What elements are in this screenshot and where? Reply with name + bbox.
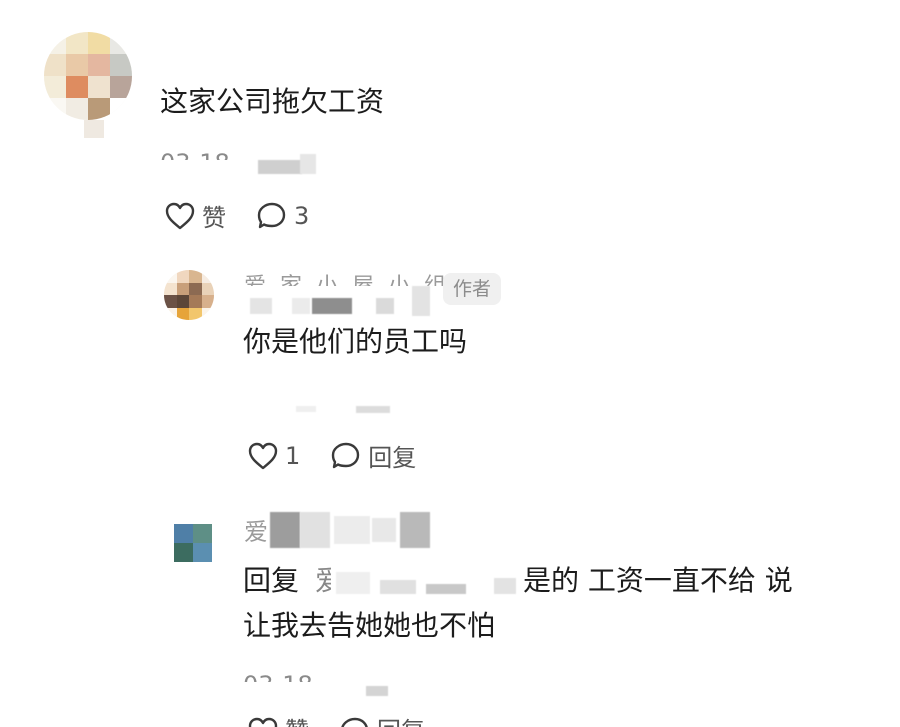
reply2-reply-prefix: 回复: [243, 564, 300, 597]
reply2-actions: 赞 回复: [247, 716, 425, 727]
like-button[interactable]: 1: [247, 441, 300, 471]
comment-date: 03-18: [160, 146, 230, 160]
reply2-text-line1: 是的 工资一直不给 说: [523, 564, 793, 597]
reply2-author-name[interactable]: 爱: [244, 512, 268, 547]
avatar[interactable]: [44, 32, 132, 120]
reply-to-blur-3: [426, 584, 466, 594]
name-blur-2: [300, 512, 330, 548]
reply1-actions: 1 回复: [247, 438, 416, 473]
author-badge: 作者: [443, 273, 502, 305]
avatar-pixel-tail: [84, 120, 104, 138]
name-blur-5: [412, 286, 430, 316]
reply2-text-line2: 让我去告她她也不怕: [243, 609, 496, 642]
date-location-blur: [366, 686, 388, 696]
like-button[interactable]: 赞: [164, 198, 226, 233]
heart-icon: [165, 202, 195, 229]
avatar[interactable]: [164, 270, 214, 320]
date-blur-2: [356, 406, 390, 413]
name-blur-2: [292, 298, 310, 314]
reply-count-button[interactable]: 3: [256, 201, 309, 231]
name-blur-1: [270, 512, 300, 548]
comment-bubble-icon: [332, 442, 360, 468]
like-label: 赞: [202, 204, 226, 232]
name-blur-5: [400, 512, 430, 548]
reply1-text: 你是他们的员工吗: [243, 325, 468, 358]
comment-bubble-icon: [257, 202, 286, 228]
comment-text: 这家公司拖欠工资: [160, 85, 385, 118]
reply1-author-name[interactable]: 爱家小屋小组: [244, 272, 460, 286]
comment-bubble-icon: [341, 717, 368, 727]
reply2-date: 03-18: [243, 668, 313, 682]
name-blur-4: [376, 298, 394, 314]
location-blur-2: [300, 154, 316, 174]
location-blur: [258, 160, 302, 174]
reply-button[interactable]: 回复: [339, 716, 425, 727]
name-blur-1: [250, 298, 272, 314]
reply-count: 3: [294, 201, 310, 230]
date-blur: [296, 406, 316, 412]
reply-to-blur-2: [380, 580, 416, 594]
reply2-reply-to[interactable]: 爱: [315, 559, 331, 603]
like-button[interactable]: 赞: [247, 716, 309, 727]
avatar[interactable]: [174, 524, 212, 562]
reply-button[interactable]: 回复: [330, 438, 416, 473]
reply-label: 回复: [377, 716, 425, 727]
name-blur-4: [372, 518, 396, 542]
comment-actions: 赞 3: [164, 198, 309, 233]
like-label: 赞: [285, 716, 309, 727]
heart-icon: [248, 717, 278, 727]
name-blur-3: [312, 298, 352, 314]
reply-to-blur-4: [494, 578, 516, 594]
like-count: 1: [285, 441, 301, 470]
reply-to-blur-1: [336, 572, 370, 594]
reply-label: 回复: [368, 444, 417, 472]
name-blur-3: [334, 516, 370, 544]
heart-icon: [248, 442, 278, 469]
